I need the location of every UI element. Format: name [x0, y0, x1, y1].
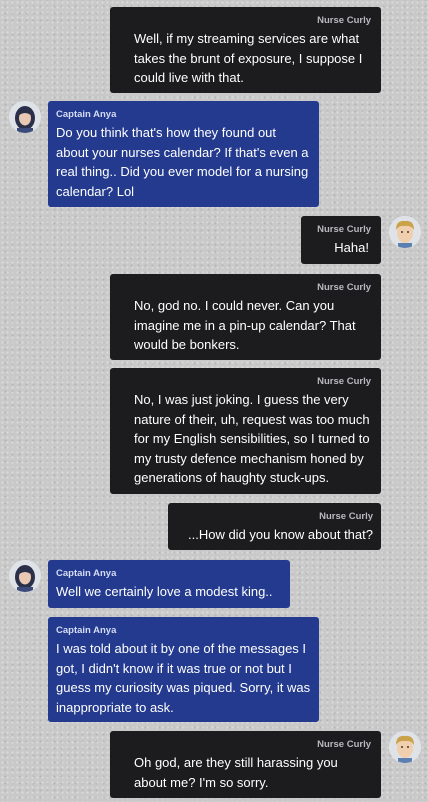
sender-name: Nurse Curly	[317, 282, 371, 293]
message-bubble-nurse-curly: Nurse Curly Haha!	[301, 216, 381, 264]
message-text: ...How did you know about that?	[187, 527, 373, 542]
message-text: No, god no. I could never. Can you imagi…	[134, 298, 356, 352]
message-bubble-captain-anya: Captain Anya Well we certainly love a mo…	[48, 560, 290, 608]
sender-name: Nurse Curly	[317, 15, 371, 26]
message-text: Well we certainly love a modest king..	[56, 584, 273, 599]
message-text: I was told about it by one of the messag…	[56, 641, 311, 715]
message-bubble-nurse-curly: Nurse Curly ...How did you know about th…	[168, 503, 381, 550]
nurse-curly-avatar-icon[interactable]	[389, 731, 421, 763]
message-text: Haha!	[334, 240, 369, 255]
nurse-curly-avatar-icon[interactable]	[389, 216, 421, 248]
message-bubble-captain-anya: Captain Anya I was told about it by one …	[48, 617, 319, 722]
message-text: Well, if my streaming services are what …	[134, 31, 363, 85]
sender-name: Nurse Curly	[317, 739, 371, 750]
sender-name: Captain Anya	[56, 109, 117, 120]
chat-log: { "messages": [ {"sender": "Nurse Curly"…	[0, 0, 428, 802]
sender-name: Nurse Curly	[317, 376, 371, 387]
sender-name: Captain Anya	[56, 625, 117, 636]
message-text: No, I was just joking. I guess the very …	[134, 392, 370, 485]
captain-anya-avatar-icon[interactable]	[9, 101, 41, 133]
sender-name: Captain Anya	[56, 568, 117, 579]
sender-name: Nurse Curly	[317, 224, 371, 235]
message-text: Oh god, are they still harassing you abo…	[134, 755, 338, 790]
message-bubble-nurse-curly: Nurse Curly Well, if my streaming servic…	[110, 7, 381, 93]
message-bubble-nurse-curly: Nurse Curly No, I was just joking. I gue…	[110, 368, 381, 494]
message-bubble-nurse-curly: Nurse Curly No, god no. I could never. C…	[110, 274, 381, 360]
message-text: Do you think that's how they found out a…	[56, 125, 309, 199]
message-bubble-nurse-curly: Nurse Curly Oh god, are they still haras…	[110, 731, 381, 798]
message-bubble-captain-anya: Captain Anya Do you think that's how the…	[48, 101, 319, 207]
sender-name: Nurse Curly	[319, 511, 373, 522]
captain-anya-avatar-icon[interactable]	[9, 560, 41, 592]
